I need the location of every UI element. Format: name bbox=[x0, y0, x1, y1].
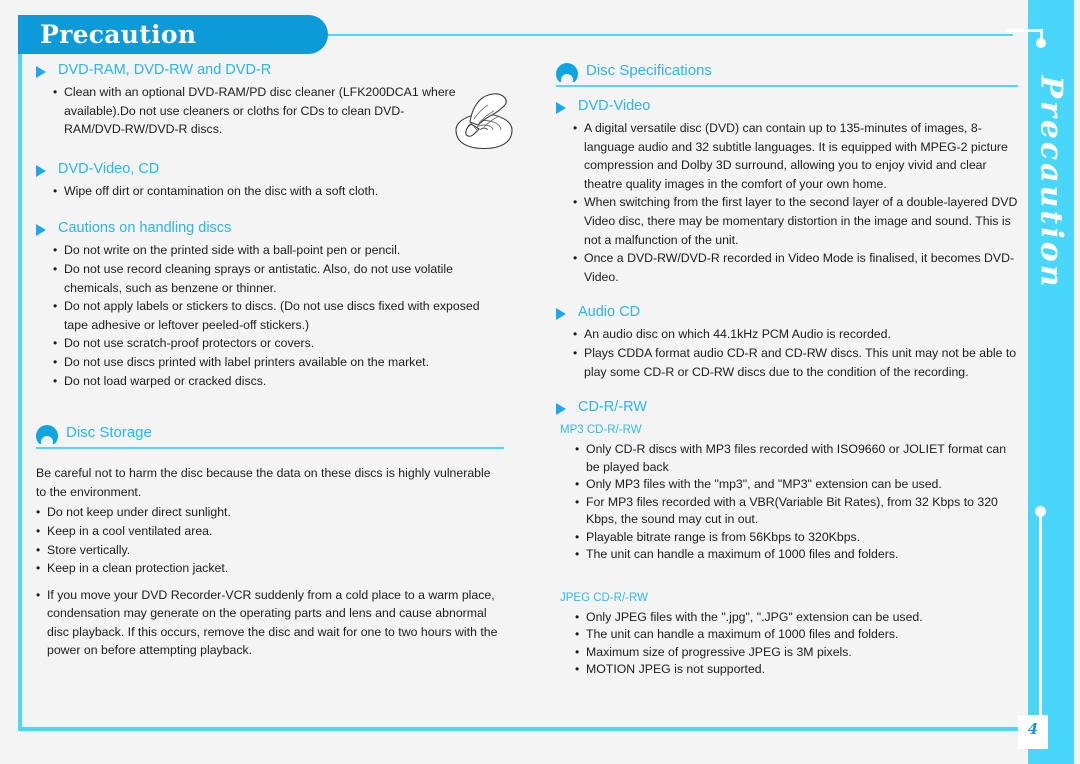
subheading-label: CD-R/-RW bbox=[578, 399, 647, 416]
subheading-dvd-ram-rw-r: DVD-RAM, DVD-RW and DVD-R bbox=[36, 62, 504, 78]
left-column: DVD-RAM, DVD-RW and DVD-R Clean with an … bbox=[36, 62, 504, 660]
arrow-right-icon bbox=[36, 66, 46, 78]
disc-storage-intro: Be careful not to harm the disc because … bbox=[36, 466, 491, 499]
list-item: Store vertically. bbox=[36, 541, 504, 560]
section-disc-storage-header: Disc Storage bbox=[36, 424, 504, 450]
tab-vertical-line bbox=[1039, 514, 1042, 720]
list-item: An audio disc on which 44.1kHz PCM Audio… bbox=[573, 325, 1018, 344]
list-item: Do not use discs printed with label prin… bbox=[53, 353, 504, 372]
disc-icon bbox=[36, 425, 58, 445]
subheading-cautions-handling-discs: Cautions on handling discs bbox=[36, 220, 504, 237]
list-item: Clean with an optional DVD-RAM/PD disc c… bbox=[53, 83, 463, 139]
list-item: Do not use scratch-proof protectors or c… bbox=[53, 334, 504, 353]
list-item: Keep in a cool ventilated area. bbox=[36, 522, 504, 541]
list-item: MOTION JPEG is not supported. bbox=[575, 661, 1018, 679]
list-item: Only MP3 files with the "mp3", and "MP3"… bbox=[575, 476, 1018, 494]
list-audio-cd: An audio disc on which 44.1kHz PCM Audio… bbox=[573, 325, 1018, 381]
tab-hook-horizontal-line bbox=[1005, 29, 1043, 32]
subheading-label: DVD-RAM, DVD-RW and DVD-R bbox=[58, 62, 272, 78]
list-item: The unit can handle a maximum of 1000 fi… bbox=[575, 546, 1018, 564]
list-item: Do not keep under direct sunlight. bbox=[36, 503, 504, 522]
page-number: 4 bbox=[1027, 720, 1039, 738]
page-header-banner: Precaution bbox=[18, 15, 328, 54]
list-item: Keep in a clean protection jacket. bbox=[36, 559, 504, 578]
section-title: Disc Storage bbox=[66, 424, 152, 442]
arrow-right-icon bbox=[556, 403, 566, 416]
list-disc-storage: Do not keep under direct sunlight. Keep … bbox=[36, 503, 504, 660]
list-item: For MP3 files recorded with a VBR(Variab… bbox=[575, 494, 1018, 529]
list-item: Do not apply labels or stickers to discs… bbox=[53, 297, 504, 334]
subheading-label: DVD-Video bbox=[578, 98, 651, 114]
list-item: The unit can handle a maximum of 1000 fi… bbox=[575, 626, 1018, 644]
arrow-right-icon bbox=[556, 102, 566, 114]
minor-heading-mp3-cd-r-rw: MP3 CD-R/-RW bbox=[560, 424, 642, 437]
list-item: Once a DVD-RW/DVD-R recorded in Video Mo… bbox=[573, 249, 1018, 286]
subheading-label: DVD-Video, CD bbox=[58, 160, 160, 177]
section-rule bbox=[556, 85, 1018, 87]
list-item: Only JPEG files with the ".jpg", ".JPG" … bbox=[575, 609, 1018, 627]
list-item: Only CD-R discs with MP3 files recorded … bbox=[575, 441, 1018, 476]
list-item: Playable bitrate range is from 56Kbps to… bbox=[575, 529, 1018, 547]
disc-icon bbox=[556, 63, 578, 82]
section-disc-specifications-header: Disc Specifications bbox=[556, 62, 1018, 88]
tab-dot-top-icon bbox=[1036, 38, 1046, 48]
section-title: Disc Specifications bbox=[586, 62, 712, 79]
minor-heading-jpeg-cd-r-rw: JPEG CD-R/-RW bbox=[560, 591, 648, 604]
list-item: Maximum size of progressive JPEG is 3M p… bbox=[575, 644, 1018, 662]
list-jpeg-cd-r-rw: Only JPEG files with the ".jpg", ".JPG" … bbox=[575, 609, 1018, 679]
list-item: If you move your DVD Recorder-VCR sudden… bbox=[36, 586, 504, 660]
arrow-right-icon bbox=[556, 308, 566, 321]
page-border-bottom bbox=[18, 727, 1018, 731]
disc-cleaning-illustration-icon bbox=[452, 86, 522, 160]
arrow-right-icon bbox=[36, 224, 46, 237]
list-item: Do not use record cleaning sprays or ant… bbox=[53, 260, 504, 297]
subheading-cd-r-rw: CD-R/-RW bbox=[556, 399, 1018, 416]
subheading-label: Cautions on handling discs bbox=[58, 220, 232, 237]
subheading-dvd-video-cd: DVD-Video, CD bbox=[36, 161, 504, 177]
list-mp3-cd-r-rw: Only CD-R discs with MP3 files recorded … bbox=[575, 441, 1018, 564]
list-item: Wipe off dirt or contamination on the di… bbox=[53, 182, 504, 201]
list-item: When switching from the first layer to t… bbox=[573, 193, 1018, 249]
side-tab-title: Precaution bbox=[1033, 75, 1069, 290]
list-item: Plays CDDA format audio CD-R and CD-RW d… bbox=[573, 344, 1018, 381]
subheading-label: Audio CD bbox=[578, 304, 641, 321]
list-dvd-ram-rw-r: Clean with an optional DVD-RAM/PD disc c… bbox=[53, 83, 463, 139]
page-title: Precaution bbox=[40, 20, 197, 49]
right-column: Disc Specifications DVD-Video A digital … bbox=[556, 62, 1018, 679]
side-tab: Precaution bbox=[1028, 0, 1074, 764]
section-rule bbox=[36, 447, 504, 450]
list-dvd-video-cd: Wipe off dirt or contamination on the di… bbox=[53, 182, 504, 201]
header-rule bbox=[328, 34, 1013, 36]
subheading-dvd-video: DVD-Video bbox=[556, 98, 1018, 114]
list-cautions-handling-discs: Do not write on the printed side with a … bbox=[53, 241, 504, 390]
subheading-audio-cd: Audio CD bbox=[556, 304, 1018, 321]
list-item: Do not write on the printed side with a … bbox=[53, 241, 504, 260]
list-item: Do not load warped or cracked discs. bbox=[53, 372, 504, 391]
list-item: A digital versatile disc (DVD) can conta… bbox=[573, 119, 1018, 193]
page-border-left bbox=[18, 50, 22, 731]
list-dvd-video: A digital versatile disc (DVD) can conta… bbox=[573, 119, 1018, 286]
manual-page: Precaution Precaution 4 DVD-RAM, DVD-RW … bbox=[0, 0, 1080, 764]
arrow-right-icon bbox=[36, 164, 46, 177]
